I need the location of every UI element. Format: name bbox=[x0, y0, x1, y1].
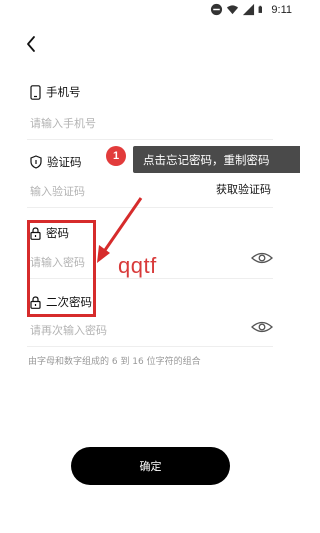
status-bar: 9:11 bbox=[0, 0, 300, 22]
status-icons: 9:11 bbox=[210, 3, 292, 16]
phone-input[interactable]: 请输入手机号 bbox=[30, 115, 96, 131]
eye-icon[interactable] bbox=[251, 251, 273, 265]
annotation-highlight-box bbox=[27, 220, 96, 317]
annotation-handwriting: qqtf bbox=[118, 253, 157, 278]
eye-icon[interactable] bbox=[251, 320, 273, 334]
phone-label-text: 手机号 bbox=[46, 85, 81, 99]
wifi-icon bbox=[227, 5, 239, 15]
signal-icon bbox=[243, 3, 255, 16]
code-label-text: 验证码 bbox=[47, 155, 82, 169]
divider bbox=[27, 207, 273, 208]
back-arrow-icon[interactable] bbox=[22, 34, 42, 54]
confirm-password-input[interactable]: 请再次输入密码 bbox=[30, 322, 107, 338]
do-not-disturb-icon bbox=[211, 3, 223, 16]
status-time: 9:11 bbox=[271, 3, 292, 16]
divider bbox=[27, 139, 273, 140]
password-hint: 由字母和数字组成的 6 到 16 位字符的组合 bbox=[28, 357, 201, 367]
get-code-button[interactable]: 获取验证码 bbox=[216, 181, 271, 197]
annotation-tooltip-text: 点击忘记密码，重制密码 bbox=[143, 152, 270, 167]
confirm-button[interactable]: 确定 bbox=[71, 447, 230, 485]
phone-label: 手机号 bbox=[30, 84, 81, 100]
code-input[interactable]: 输入验证码 bbox=[30, 183, 85, 199]
divider bbox=[27, 346, 273, 347]
phone-icon bbox=[30, 84, 41, 100]
shield-icon bbox=[30, 155, 42, 169]
annotation-tooltip: 点击忘记密码，重制密码 bbox=[133, 146, 300, 173]
code-label: 验证码 bbox=[30, 154, 82, 170]
annotation-badge: 1 bbox=[106, 146, 126, 166]
battery-icon bbox=[258, 5, 263, 13]
